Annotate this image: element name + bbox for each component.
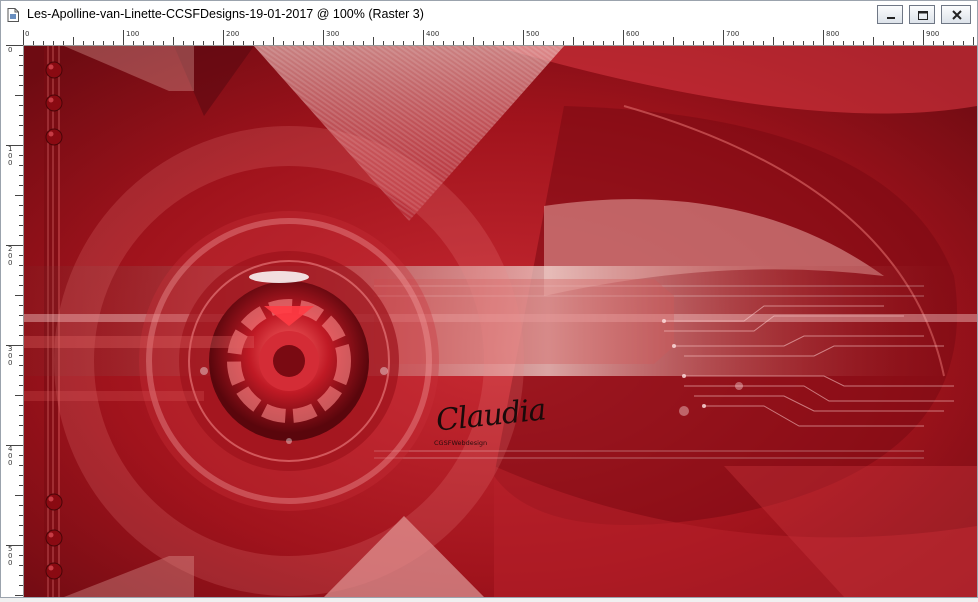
close-button[interactable] (941, 5, 971, 24)
ruler-label: 500 (526, 30, 540, 38)
ruler-label: 300 (326, 30, 340, 38)
ruler-label: 500 (8, 545, 13, 567)
ruler-label: 300 (8, 345, 13, 367)
ruler-label: 100 (8, 145, 13, 167)
image-canvas[interactable]: Claudia CGSFWebdesign (24, 46, 977, 597)
window-title: Les-Apolline-van-Linette-CCSFDesigns-19-… (27, 7, 424, 21)
ruler-horizontal[interactable]: 0 100 200 300 400 500 600 700 800 900 (23, 30, 977, 46)
image-window: Les-Apolline-van-Linette-CCSFDesigns-19-… (0, 0, 978, 598)
ruler-label: 200 (226, 30, 240, 38)
artwork (24, 46, 977, 597)
signature-subtitle: CGSFWebdesign (434, 439, 488, 447)
ruler-vertical-ticks (6, 45, 23, 596)
ruler-label: 100 (126, 30, 140, 38)
restore-icon (918, 11, 928, 20)
ruler-label: 200 (8, 245, 13, 267)
ruler-label: 0 (25, 30, 30, 38)
ruler-label: 600 (626, 30, 640, 38)
restore-button[interactable] (909, 5, 935, 24)
ruler-label: 0 (8, 46, 13, 54)
ruler-corner (6, 30, 24, 46)
minimize-icon (887, 17, 895, 19)
ruler-label: 900 (926, 30, 940, 38)
close-icon (952, 10, 962, 20)
document-icon (7, 8, 19, 22)
ruler-vertical[interactable]: 0 100 200 300 400 500 (6, 45, 24, 597)
ruler-label: 800 (826, 30, 840, 38)
title-bar[interactable]: Les-Apolline-van-Linette-CCSFDesigns-19-… (1, 1, 977, 29)
ruler-label: 700 (726, 30, 740, 38)
ruler-label: 400 (8, 445, 13, 467)
ruler-label: 400 (426, 30, 440, 38)
minimize-button[interactable] (877, 5, 903, 24)
